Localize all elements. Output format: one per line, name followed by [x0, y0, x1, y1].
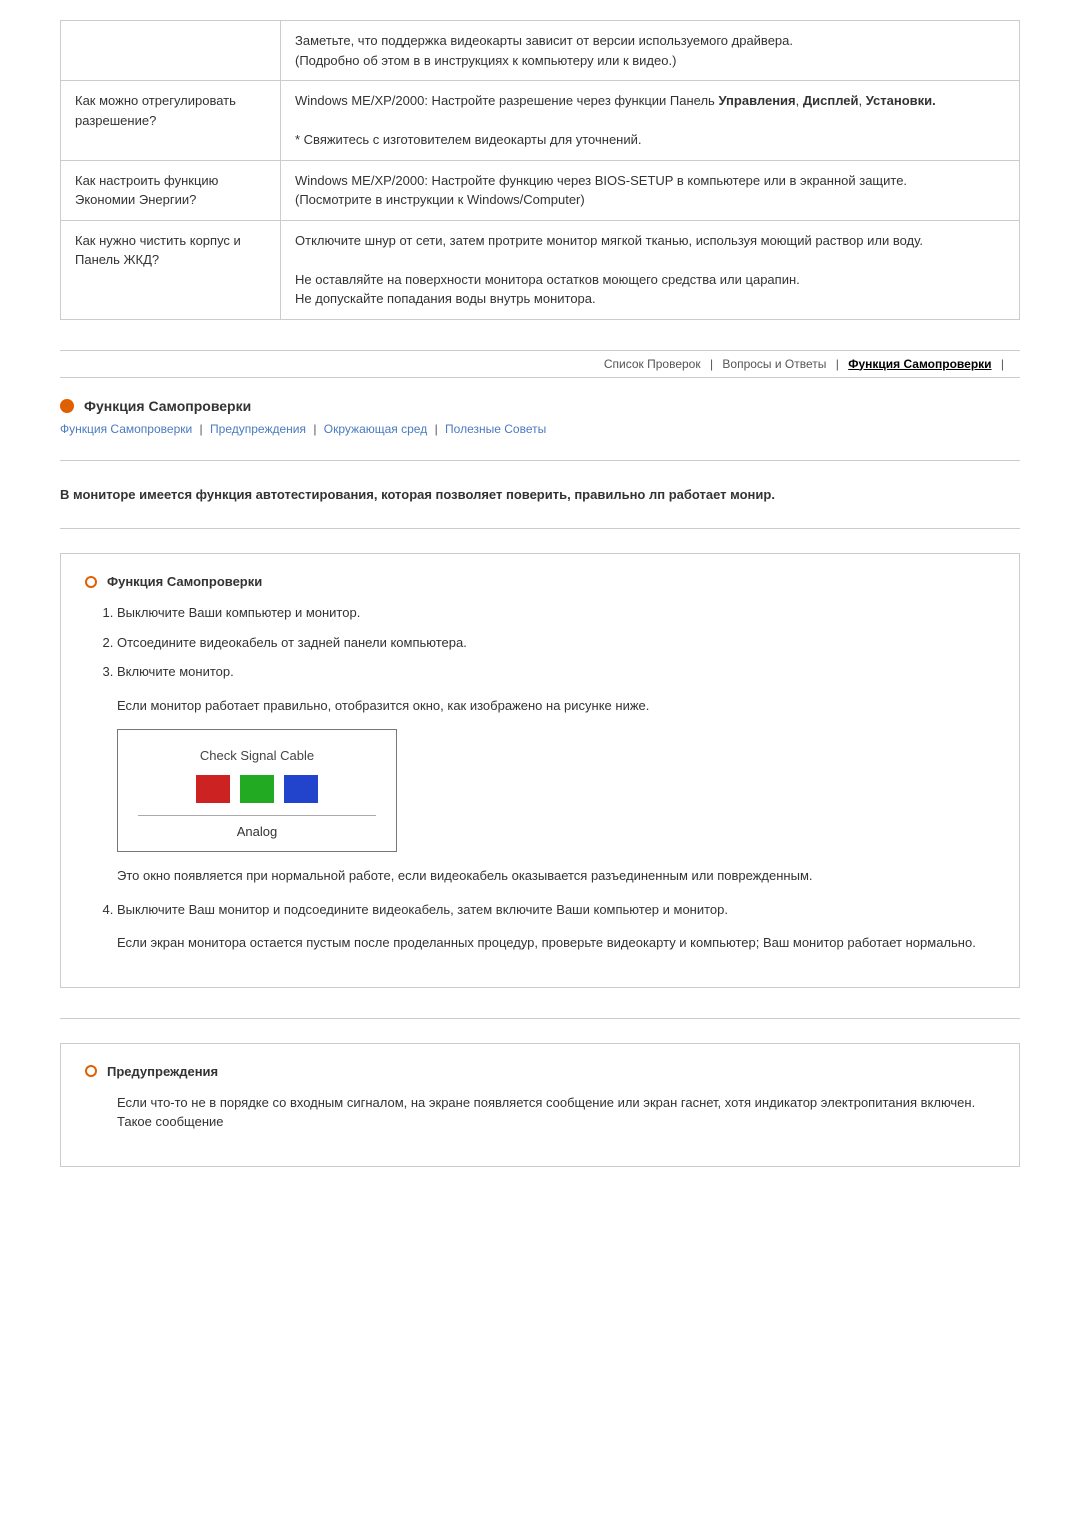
sub-nav-environment[interactable]: Окружающая сред [324, 422, 427, 436]
signal-cable-title: Check Signal Cable [138, 748, 376, 763]
table-cell-question: Как нужно чистить корпус и Панель ЖКД? [61, 220, 281, 319]
orange-circle-icon [85, 576, 97, 588]
step-2: Отсоедините видеокабель от задней панели… [117, 633, 995, 653]
step-3: Включите монитор. [117, 662, 995, 682]
warnings-circle-icon [85, 1065, 97, 1077]
nav-separator: | [836, 357, 839, 371]
after-image-text: Это окно появляется при нормальной работ… [117, 866, 995, 886]
bold-description: В мониторе имеется функция автотестирова… [60, 485, 1020, 505]
nav-separator: | [710, 357, 713, 371]
warnings-title-container: Предупреждения [85, 1064, 995, 1079]
after-step3-text: Если монитор работает правильно, отобраз… [117, 696, 995, 716]
step-1: Выключите Ваши компьютер и монитор. [117, 603, 995, 623]
color-blocks [138, 775, 376, 803]
nav-separator: | [1001, 357, 1004, 371]
after-step4-text: Если экран монитора остается пустым посл… [117, 933, 995, 953]
table-row: Как настроить функцию Экономии Энергии? … [61, 160, 1020, 220]
content-box-title-text: Функция Самопроверки [107, 574, 262, 589]
section-divider [60, 460, 1020, 461]
section-divider-3 [60, 1018, 1020, 1019]
section-divider-2 [60, 528, 1020, 529]
sub-nav: Функция Самопроверки | Предупреждения | … [60, 422, 1020, 436]
table-row: Как нужно чистить корпус и Панель ЖКД? О… [61, 220, 1020, 319]
sub-nav-sep: | [313, 422, 316, 436]
table-cell-question: Как настроить функцию Экономии Энергии? [61, 160, 281, 220]
table-cell-answer: Заметьте, что поддержка видеокарты завис… [281, 21, 1020, 81]
table-row: Заметьте, что поддержка видеокарты завис… [61, 21, 1020, 81]
table-cell-question [61, 21, 281, 81]
analog-label: Analog [138, 815, 376, 839]
table-row: Как можно отрегулировать разрешение? Win… [61, 81, 1020, 161]
warnings-title-text: Предупреждения [107, 1064, 218, 1079]
section-header: Функция Самопроверки [60, 398, 1020, 414]
table-cell-answer: Отключите шнур от сети, затем протрите м… [281, 220, 1020, 319]
section-title: Функция Самопроверки [84, 398, 251, 414]
warnings-text: Если что-то не в порядке со входным сигн… [117, 1093, 995, 1132]
nav-item-checklist[interactable]: Список Проверок [604, 357, 701, 371]
selftest-content-box: Функция Самопроверки Выключите Ваши комп… [60, 553, 1020, 988]
nav-item-faq[interactable]: Вопросы и Ответы [722, 357, 826, 371]
table-cell-answer: Windows ME/XP/2000: Настройте разрешение… [281, 81, 1020, 161]
nav-item-selftest[interactable]: Функция Самопроверки [848, 357, 991, 371]
color-block-red [196, 775, 230, 803]
sub-nav-tips[interactable]: Полезные Советы [445, 422, 546, 436]
signal-cable-box: Check Signal Cable Analog [117, 729, 397, 852]
sub-nav-sep: | [200, 422, 203, 436]
sub-nav-sep: | [435, 422, 438, 436]
sub-nav-selftest[interactable]: Функция Самопроверки [60, 422, 192, 436]
content-box-title: Функция Самопроверки [85, 574, 995, 589]
top-nav-bar: Список Проверок | Вопросы и Ответы | Фун… [60, 350, 1020, 378]
color-block-green [240, 775, 274, 803]
step-4: Выключите Ваш монитор и подсоедините вид… [117, 900, 995, 920]
faq-table: Заметьте, что поддержка видеокарты завис… [60, 20, 1020, 320]
steps-list: Выключите Ваши компьютер и монитор. Отсо… [117, 603, 995, 682]
steps-list-2: Выключите Ваш монитор и подсоедините вид… [117, 900, 995, 920]
color-block-blue [284, 775, 318, 803]
table-cell-answer: Windows ME/XP/2000: Настройте функцию че… [281, 160, 1020, 220]
table-cell-question: Как можно отрегулировать разрешение? [61, 81, 281, 161]
orange-dot-icon [60, 399, 74, 413]
sub-nav-warnings[interactable]: Предупреждения [210, 422, 306, 436]
warnings-box: Предупреждения Если что-то не в порядке … [60, 1043, 1020, 1167]
